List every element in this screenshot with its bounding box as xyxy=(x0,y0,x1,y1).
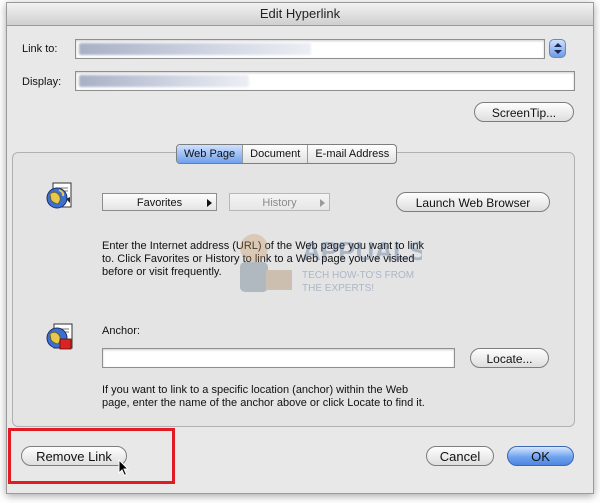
redacted-url xyxy=(79,43,311,55)
dialog-title: Edit Hyperlink xyxy=(7,3,593,26)
link-to-stepper-icon[interactable] xyxy=(549,39,566,58)
anchor-instructions-line: If you want to link to a specific locati… xyxy=(102,384,409,396)
screentip-button[interactable]: ScreenTip... xyxy=(474,102,574,122)
tab-email-address[interactable]: E-mail Address xyxy=(308,145,396,163)
favorites-label: Favorites xyxy=(136,197,183,209)
history-label: History xyxy=(262,197,297,209)
watermark-brand: APPUALS xyxy=(302,236,422,266)
tab-document[interactable]: Document xyxy=(243,145,309,163)
anchor-input[interactable] xyxy=(102,348,455,368)
display-input[interactable] xyxy=(75,71,575,91)
link-to-label: Link to: xyxy=(22,43,58,55)
ok-button[interactable]: OK xyxy=(507,446,574,466)
anchor-instructions: If you want to link to a specific locati… xyxy=(102,384,425,410)
launch-web-browser-button[interactable]: Launch Web Browser xyxy=(396,192,550,212)
tab-web-page[interactable]: Web Page xyxy=(177,145,244,163)
history-popup[interactable]: History xyxy=(229,193,330,211)
link-to-input[interactable] xyxy=(75,39,545,59)
anchor-input-value xyxy=(103,353,106,365)
cancel-button[interactable]: Cancel xyxy=(426,446,494,466)
remove-link-highlight xyxy=(8,428,175,484)
favorites-arrow-icon xyxy=(207,199,212,207)
redacted-display-text xyxy=(79,75,249,87)
mouse-pointer-icon xyxy=(118,459,130,477)
display-label: Display: xyxy=(22,76,62,88)
watermark-tagline-2: THE EXPERTS! xyxy=(302,283,374,294)
favorites-popup[interactable]: Favorites xyxy=(102,193,217,211)
locate-button[interactable]: Locate... xyxy=(470,348,549,368)
history-arrow-icon xyxy=(320,199,325,207)
anchor-link-icon xyxy=(46,323,73,350)
appuals-watermark: APPUALS TECH HOW-TO'S FROM THE EXPERTS! xyxy=(240,234,422,294)
anchor-instructions-line: page, enter the name of the anchor above… xyxy=(102,397,425,409)
link-type-tabs: Web Page Document E-mail Address xyxy=(176,144,398,164)
web-page-link-icon xyxy=(46,182,72,209)
watermark-tagline-1: TECH HOW-TO'S FROM xyxy=(302,270,414,281)
anchor-label: Anchor: xyxy=(102,325,140,337)
